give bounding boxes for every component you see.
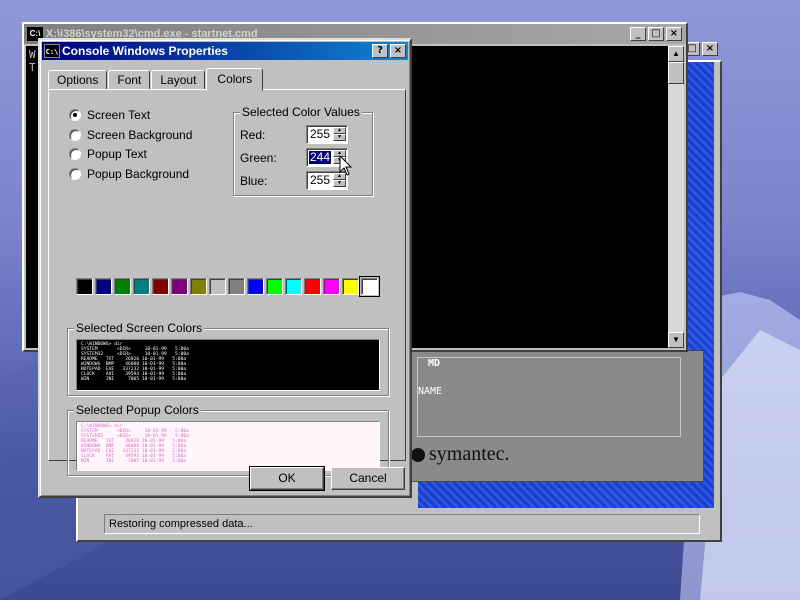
green-value[interactable]: 244: [309, 151, 332, 164]
console-properties-dialog: C:\ Console Windows Properties ? × Optio…: [38, 38, 412, 498]
dialog-close-button[interactable]: ×: [390, 44, 406, 58]
popup-colors-preview: C:\WINDOWS> dir SYSTEM <DIR> 10-01-99 5:…: [76, 421, 380, 471]
status-bar: Restoring compressed data...: [104, 514, 700, 534]
dialog-title-buttons: ? ×: [372, 44, 406, 58]
scroll-thumb[interactable]: [668, 62, 684, 84]
color-swatch[interactable]: [266, 278, 283, 295]
cmd-window-controls: _ □ ×: [630, 27, 682, 41]
tab-layout[interactable]: Layout: [151, 70, 206, 90]
radio-label: Screen Background: [87, 128, 193, 142]
green-row: Green: 244 ▲ ▼: [240, 148, 348, 167]
ok-button[interactable]: OK: [249, 466, 325, 491]
color-swatch[interactable]: [228, 278, 245, 295]
radio-label: Popup Background: [87, 167, 190, 181]
selected-screen-colors-group: Selected Screen Colors C:\WINDOWS> dir S…: [67, 321, 389, 396]
group-legend: Selected Color Values: [240, 105, 362, 119]
blue-label: Blue:: [240, 173, 268, 188]
color-swatch[interactable]: [209, 278, 226, 295]
spin-up-icon[interactable]: ▲: [333, 127, 346, 134]
color-swatch[interactable]: [285, 278, 302, 295]
ghost-info-box: MD NAME: [417, 357, 681, 437]
color-swatch[interactable]: [152, 278, 169, 295]
color-swatch[interactable]: [190, 278, 207, 295]
color-swatch[interactable]: [95, 278, 112, 295]
ghost-close-wrap: ×: [702, 42, 718, 56]
tab-colors[interactable]: Colors: [206, 68, 264, 91]
dialog-title: Console Windows Properties: [62, 44, 228, 58]
mouse-cursor-icon: [339, 155, 353, 176]
green-label: Green:: [240, 150, 277, 165]
radio-icon[interactable]: [69, 168, 81, 180]
cmd-minimize-button[interactable]: _: [630, 27, 646, 41]
symantec-logo: symantec.: [411, 443, 510, 466]
ghost-name-label: NAME: [418, 386, 443, 397]
radio-popup-text[interactable]: Popup Text: [69, 147, 147, 161]
radio-icon[interactable]: [69, 109, 81, 121]
color-palette: [76, 276, 380, 297]
radio-screen-text[interactable]: Screen Text: [69, 108, 150, 122]
red-spin-arrows[interactable]: ▲ ▼: [333, 127, 346, 142]
cmd-close-button[interactable]: ×: [666, 27, 682, 41]
scroll-down-icon[interactable]: ▼: [668, 332, 684, 348]
radio-label: Popup Text: [87, 147, 147, 161]
group-legend: Selected Popup Colors: [74, 403, 201, 417]
color-swatch[interactable]: [133, 278, 150, 295]
selected-color-values-group: Selected Color Values Red: 255 ▲ ▼ Green…: [233, 105, 373, 196]
ghost-info-panel: MD NAME symantec.: [408, 350, 704, 482]
radio-icon[interactable]: [69, 129, 81, 141]
ghost-close-button[interactable]: ×: [702, 42, 718, 56]
color-swatch[interactable]: [114, 278, 131, 295]
radio-screen-background[interactable]: Screen Background: [69, 128, 192, 142]
color-swatch[interactable]: [359, 276, 380, 297]
scroll-up-icon[interactable]: ▲: [668, 46, 684, 62]
color-swatch[interactable]: [323, 278, 340, 295]
red-spinner[interactable]: 255 ▲ ▼: [306, 125, 348, 144]
cmd-scrollbar[interactable]: ▲ ▼: [668, 46, 684, 348]
red-value[interactable]: 255: [309, 128, 331, 141]
symantec-logo-icon: [411, 448, 425, 463]
blue-row: Blue: 255 ▲ ▼: [240, 171, 348, 190]
radio-popup-background[interactable]: Popup Background: [69, 167, 189, 181]
color-swatch[interactable]: [247, 278, 264, 295]
color-swatch[interactable]: [304, 278, 321, 295]
colors-tab-panel: Screen Text Screen Background Popup Text…: [48, 89, 406, 476]
color-swatch[interactable]: [171, 278, 188, 295]
group-legend: Selected Screen Colors: [74, 321, 205, 335]
ghost-md-label: MD: [428, 358, 441, 369]
spin-down-icon[interactable]: ▼: [333, 180, 346, 187]
symantec-brand-text: symantec.: [429, 443, 510, 465]
color-swatch[interactable]: [76, 278, 93, 295]
cancel-button[interactable]: Cancel: [331, 467, 405, 490]
dialog-titlebar[interactable]: C:\ Console Windows Properties ? ×: [42, 42, 408, 60]
color-swatch[interactable]: [342, 278, 359, 295]
spin-down-icon[interactable]: ▼: [333, 134, 346, 141]
red-row: Red: 255 ▲ ▼: [240, 125, 348, 144]
help-button[interactable]: ?: [372, 44, 388, 58]
tab-strip: Options Font Layout Colors: [48, 68, 264, 91]
cmd-maximize-button[interactable]: □: [648, 27, 664, 41]
screen-colors-preview: C:\WINDOWS> dir SYSTEM <DIR> 10-01-99 5:…: [76, 339, 380, 391]
tab-font[interactable]: Font: [108, 70, 151, 90]
tab-options[interactable]: Options: [48, 70, 108, 90]
radio-label: Screen Text: [87, 108, 151, 122]
red-label: Red:: [240, 127, 266, 142]
console-icon: C:\: [44, 44, 60, 58]
radio-icon[interactable]: [69, 148, 81, 160]
blue-value[interactable]: 255: [309, 174, 331, 187]
